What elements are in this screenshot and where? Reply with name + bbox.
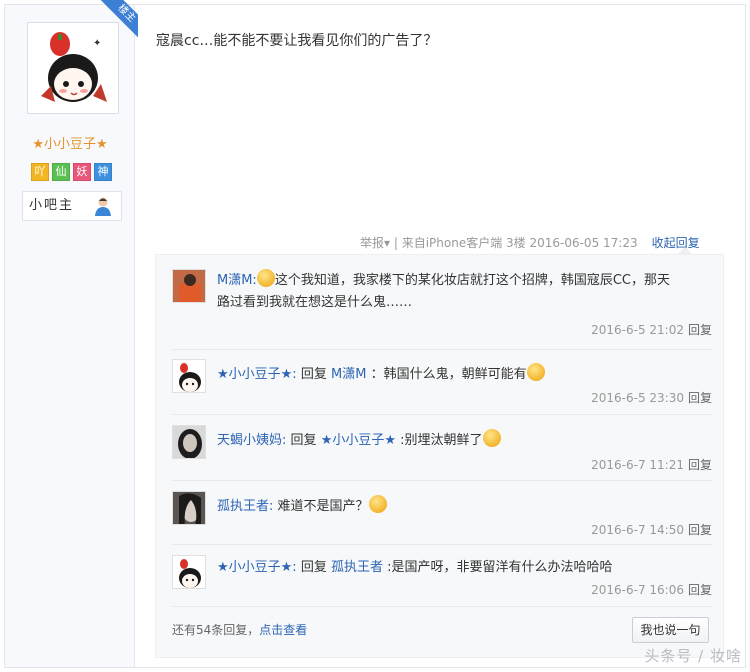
level-badge-1[interactable]: 吖: [31, 163, 49, 181]
reply-body: ★小小豆子★: 回复 M潇M ：韩国什么鬼，朝鲜可能有: [217, 363, 712, 386]
reply-body: M潇M: 这个我知道，我家楼下的某化妆店就打这个招牌，韩国寇辰CC，那天 路过看到…: [217, 269, 712, 314]
level-badge-4[interactable]: 神: [94, 163, 112, 181]
reply-time: 2016-6-7 16:06: [591, 583, 684, 597]
reply-button[interactable]: 回复: [688, 523, 712, 537]
moderator-icon: [95, 197, 111, 216]
reply-target-user[interactable]: M潇M: [331, 367, 366, 382]
reply-time-row: 2016-6-7 11:21 回复: [591, 456, 712, 473]
reply-time: 2016-6-5 21:02: [591, 323, 684, 337]
surprised-emoji-icon: [368, 495, 387, 513]
reply-time: 2016-6-7 11:21: [591, 458, 684, 472]
reply-body: ★小小豆子★: 回复 孤执王者 :是国产呀，非要留洋有什么办法哈哈哈: [217, 557, 712, 579]
reply-prefix: 回复: [290, 433, 317, 448]
reply-prefix: 回复: [300, 560, 327, 575]
op-badge-label: 楼主: [100, 0, 138, 38]
reply-item: M潇M: 这个我知道，我家楼下的某化妆店就打这个招牌，韩国寇辰CC，那天 路过看到…: [172, 269, 712, 350]
reply-caret: [678, 247, 692, 254]
view-more-link[interactable]: 点击查看: [259, 623, 307, 637]
reply-text: :是国产呀，非要留洋有什么办法哈哈哈: [387, 560, 613, 575]
reply-time-row: 2016-6-5 21:02 回复: [591, 321, 712, 338]
level-badge-2[interactable]: 仙: [52, 163, 70, 181]
reply-list: M潇M: 这个我知道，我家楼下的某化妆店就打这个招牌，韩国寇辰CC，那天 路过看到…: [155, 254, 724, 658]
smile-emoji-icon: [482, 429, 501, 447]
reply-body: 天蝎小姨妈: 回复 ★小小豆子★ :别埋汰朝鲜了: [217, 429, 712, 452]
reply-item: ★小小豆子★: 回复 孤执王者 :是国产呀，非要留洋有什么办法哈哈哈 2016-…: [172, 555, 712, 607]
role-label: 小吧主: [29, 198, 75, 213]
op-corner-badge: 楼主: [98, 0, 138, 38]
reply-user[interactable]: ★小小豆子★:: [217, 367, 297, 382]
reply-item: 天蝎小姨妈: 回复 ★小小豆子★ :别埋汰朝鲜了 2016-6-7 11:21 回…: [172, 425, 712, 481]
reply-text-line-1: 这个我知道，我家楼下的某化妆店就打这个招牌，韩国寇辰CC，那天: [274, 273, 670, 288]
reply-user[interactable]: 天蝎小姨妈:: [217, 433, 286, 448]
reply-text: 难道不是国产？: [277, 499, 369, 514]
reply-time-row: 2016-6-5 23:30 回复: [591, 389, 712, 406]
level-badges: 吖 仙 妖 神: [31, 163, 112, 181]
dizzy-emoji-icon: [526, 363, 545, 381]
svg-text:✦: ✦: [93, 38, 101, 49]
reply-prefix: 回复: [300, 367, 327, 382]
reply-time: 2016-6-5 23:30: [591, 391, 684, 405]
reply-user[interactable]: ★小小豆子★:: [217, 560, 297, 575]
collapse-replies-link[interactable]: 收起回复: [652, 236, 700, 250]
reply-text: ：韩国什么鬼，朝鲜可能有: [370, 367, 527, 382]
reply-button[interactable]: 回复: [688, 583, 712, 597]
reply-button[interactable]: 回复: [688, 391, 712, 405]
reply-item: 孤执王者: 难道不是国产？ 2016-6-7 14:50 回复: [172, 491, 712, 545]
comment-button[interactable]: 我也说一句: [632, 617, 709, 643]
reply-time-row: 2016-6-7 16:06 回复: [591, 581, 712, 598]
reply-item: ★小小豆子★: 回复 M潇M ：韩国什么鬼，朝鲜可能有 2016-6-5 23:…: [172, 359, 712, 415]
reply-avatar[interactable]: [172, 269, 206, 303]
more-replies-count: 还有54条回复，: [172, 623, 260, 637]
reply-avatar[interactable]: [172, 491, 206, 525]
post-meta-text[interactable]: 举报▾ | 来自iPhone客户端 3楼 2016-06-05 17:23: [360, 236, 638, 250]
reply-avatar[interactable]: [172, 359, 206, 393]
more-replies: 还有54条回复，点击查看: [172, 621, 307, 638]
post-meta: 举报▾ | 来自iPhone客户端 3楼 2016-06-05 17:23 收起回…: [360, 234, 700, 251]
reply-text: :别埋汰朝鲜了: [400, 433, 483, 448]
smile-emoji-icon: [256, 269, 275, 287]
reply-text-line-2: 路过看到我就在想这是什么鬼……: [217, 295, 413, 310]
reply-time-row: 2016-6-7 14:50 回复: [591, 521, 712, 538]
post-content: 寇晨cc…能不能不要让我看见你们的广告了？: [156, 33, 438, 49]
reply-button[interactable]: 回复: [688, 458, 712, 472]
watermark: 头条号 / 妆啥: [644, 647, 742, 665]
reply-user[interactable]: 孤执王者:: [217, 499, 273, 514]
reply-time: 2016-6-7 14:50: [591, 523, 684, 537]
role-badge: 小吧主: [22, 191, 122, 221]
level-badge-3[interactable]: 妖: [73, 163, 91, 181]
reply-target-user[interactable]: 孤执王者: [331, 560, 383, 575]
author-sidebar: ✦ ★小小豆子★ 吖 仙 妖 神 小吧主: [5, 5, 135, 667]
reply-body: 孤执王者: 难道不是国产？: [217, 495, 712, 518]
author-name[interactable]: ★小小豆子★: [5, 133, 135, 152]
reply-user[interactable]: M潇M:: [217, 273, 257, 288]
reply-avatar[interactable]: [172, 555, 206, 589]
reply-button[interactable]: 回复: [688, 323, 712, 337]
reply-target-user[interactable]: ★小小豆子★: [321, 433, 396, 448]
reply-avatar[interactable]: [172, 425, 206, 459]
